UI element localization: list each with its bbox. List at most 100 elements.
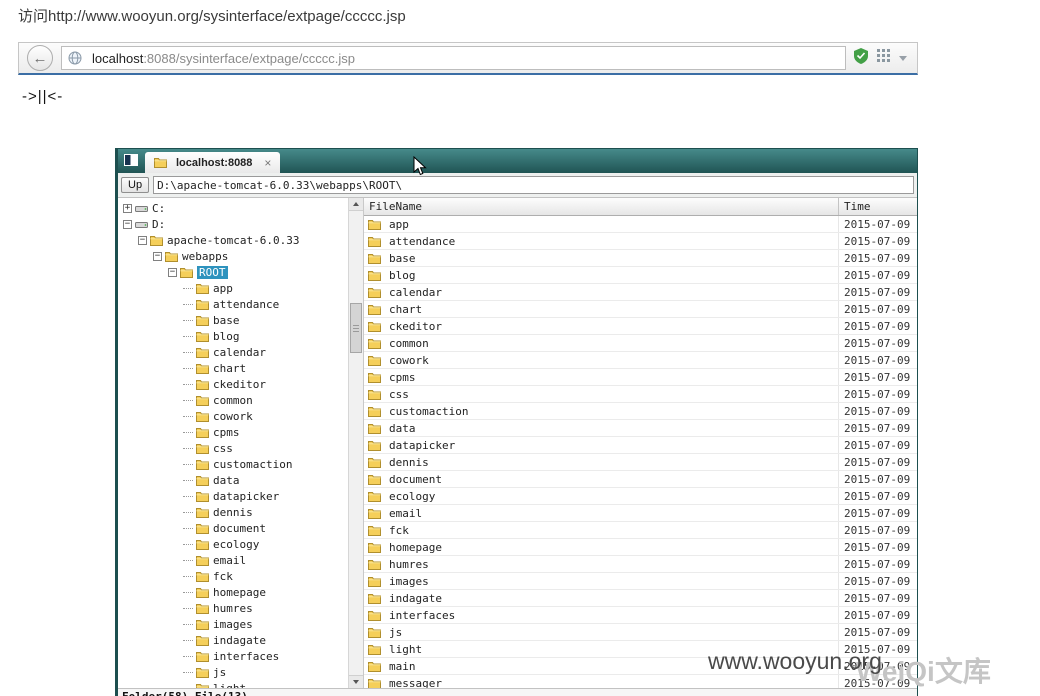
- tree-expander-icon[interactable]: −: [153, 252, 162, 261]
- up-button[interactable]: Up: [121, 177, 149, 193]
- tree-expander-icon[interactable]: −: [138, 236, 147, 245]
- folder-icon: [165, 251, 178, 262]
- file-row-chart[interactable]: chart2015-07-09: [364, 301, 917, 318]
- file-row-email[interactable]: email2015-07-09: [364, 505, 917, 522]
- file-name-cell: calendar: [364, 284, 839, 300]
- file-row-images[interactable]: images2015-07-09: [364, 573, 917, 590]
- tree-item-c[interactable]: +C:: [118, 200, 348, 216]
- tree-item-images[interactable]: images: [118, 616, 348, 632]
- file-row-data[interactable]: data2015-07-09: [364, 420, 917, 437]
- folder-icon: [368, 389, 381, 400]
- file-row-js[interactable]: js2015-07-09: [364, 624, 917, 641]
- file-row-fck[interactable]: fck2015-07-09: [364, 522, 917, 539]
- tree-item-datapicker[interactable]: datapicker: [118, 488, 348, 504]
- tree-item-ecology[interactable]: ecology: [118, 536, 348, 552]
- tree-item-calendar[interactable]: calendar: [118, 344, 348, 360]
- url-host: localhost: [92, 51, 143, 66]
- browser-toolbar: ← localhost:8088/sysinterface/extpage/cc…: [18, 42, 918, 75]
- file-row-ecology[interactable]: ecology2015-07-09: [364, 488, 917, 505]
- file-row-cpms[interactable]: cpms2015-07-09: [364, 369, 917, 386]
- file-row-blog[interactable]: blog2015-07-09: [364, 267, 917, 284]
- tree-expander-icon[interactable]: −: [123, 220, 132, 229]
- file-row-base[interactable]: base2015-07-09: [364, 250, 917, 267]
- scroll-down-button[interactable]: [349, 675, 363, 688]
- path-input[interactable]: [153, 176, 914, 194]
- tree-item-label: data: [213, 474, 240, 487]
- tree-item-dennis[interactable]: dennis: [118, 504, 348, 520]
- tab-title: localhost:8088: [176, 157, 252, 169]
- tree-item-homepage[interactable]: homepage: [118, 584, 348, 600]
- tree-expander-icon[interactable]: −: [168, 268, 177, 277]
- tree-item-label: humres: [213, 602, 253, 615]
- tree-item-js[interactable]: js: [118, 664, 348, 680]
- tree-connector: [183, 576, 193, 577]
- file-time: 2015-07-09: [839, 439, 917, 452]
- grid-icon[interactable]: [877, 49, 890, 67]
- file-row-humres[interactable]: humres2015-07-09: [364, 556, 917, 573]
- back-button[interactable]: ←: [27, 45, 53, 71]
- column-header-filename[interactable]: FileName: [364, 198, 839, 215]
- tree-item-root[interactable]: −ROOT: [118, 264, 348, 280]
- address-bar[interactable]: localhost:8088/sysinterface/extpage/cccc…: [61, 46, 846, 70]
- file-row-homepage[interactable]: homepage2015-07-09: [364, 539, 917, 556]
- file-row-dennis[interactable]: dennis2015-07-09: [364, 454, 917, 471]
- drive-icon: [135, 203, 148, 214]
- tree-item-app[interactable]: app: [118, 280, 348, 296]
- file-row-indagate[interactable]: indagate2015-07-09: [364, 590, 917, 607]
- tree-item-webapps[interactable]: −webapps: [118, 248, 348, 264]
- window-tab[interactable]: localhost:8088 ×: [145, 152, 280, 173]
- file-name: dennis: [389, 456, 429, 469]
- file-row-datapicker[interactable]: datapicker2015-07-09: [364, 437, 917, 454]
- tree-item-ckeditor[interactable]: ckeditor: [118, 376, 348, 392]
- file-row-customaction[interactable]: customaction2015-07-09: [364, 403, 917, 420]
- shield-icon[interactable]: [854, 48, 868, 69]
- file-name-cell: js: [364, 624, 839, 640]
- file-row-app[interactable]: app2015-07-09: [364, 216, 917, 233]
- tree-item-email[interactable]: email: [118, 552, 348, 568]
- tree-item-customaction[interactable]: customaction: [118, 456, 348, 472]
- file-row-common[interactable]: common2015-07-09: [364, 335, 917, 352]
- file-row-document[interactable]: document2015-07-09: [364, 471, 917, 488]
- folder-icon: [196, 379, 209, 390]
- file-row-ckeditor[interactable]: ckeditor2015-07-09: [364, 318, 917, 335]
- tree-item-light[interactable]: light: [118, 680, 348, 688]
- tree-item-attendance[interactable]: attendance: [118, 296, 348, 312]
- file-row-attendance[interactable]: attendance2015-07-09: [364, 233, 917, 250]
- window-titlebar[interactable]: localhost:8088 ×: [118, 149, 917, 173]
- tree-expander-icon[interactable]: +: [123, 204, 132, 213]
- tree-item-chart[interactable]: chart: [118, 360, 348, 376]
- file-name: interfaces: [389, 609, 455, 622]
- tree-scrollbar[interactable]: [348, 198, 363, 688]
- file-time: 2015-07-09: [839, 592, 917, 605]
- tree-item-interfaces[interactable]: interfaces: [118, 648, 348, 664]
- tree-item-apache-tomcat-6.0.33[interactable]: −apache-tomcat-6.0.33: [118, 232, 348, 248]
- tree-item-cowork[interactable]: cowork: [118, 408, 348, 424]
- tree-item-d[interactable]: −D:: [118, 216, 348, 232]
- file-name-cell: email: [364, 505, 839, 521]
- tree-item-blog[interactable]: blog: [118, 328, 348, 344]
- tree-item-data[interactable]: data: [118, 472, 348, 488]
- file-name: light: [389, 643, 422, 656]
- tree-item-fck[interactable]: fck: [118, 568, 348, 584]
- file-row-interfaces[interactable]: interfaces2015-07-09: [364, 607, 917, 624]
- tree-item-humres[interactable]: humres: [118, 600, 348, 616]
- tree-item-document[interactable]: document: [118, 520, 348, 536]
- tree-item-base[interactable]: base: [118, 312, 348, 328]
- file-row-calendar[interactable]: calendar2015-07-09: [364, 284, 917, 301]
- tree-item-cpms[interactable]: cpms: [118, 424, 348, 440]
- file-row-messager[interactable]: messager2015-07-09: [364, 675, 917, 688]
- tab-close-icon[interactable]: ×: [264, 156, 271, 170]
- folder-icon: [196, 491, 209, 502]
- file-row-css[interactable]: css2015-07-09: [364, 386, 917, 403]
- tree-item-common[interactable]: common: [118, 392, 348, 408]
- file-time: 2015-07-09: [839, 337, 917, 350]
- file-name-cell: ckeditor: [364, 318, 839, 334]
- scrollbar-thumb[interactable]: [350, 303, 362, 353]
- dropdown-caret-icon[interactable]: [899, 56, 907, 61]
- scroll-up-button[interactable]: [349, 198, 363, 211]
- tree-item-css[interactable]: css: [118, 440, 348, 456]
- file-row-cowork[interactable]: cowork2015-07-09: [364, 352, 917, 369]
- tree-item-indagate[interactable]: indagate: [118, 632, 348, 648]
- column-header-time[interactable]: Time: [839, 198, 917, 215]
- folder-icon: [368, 372, 381, 383]
